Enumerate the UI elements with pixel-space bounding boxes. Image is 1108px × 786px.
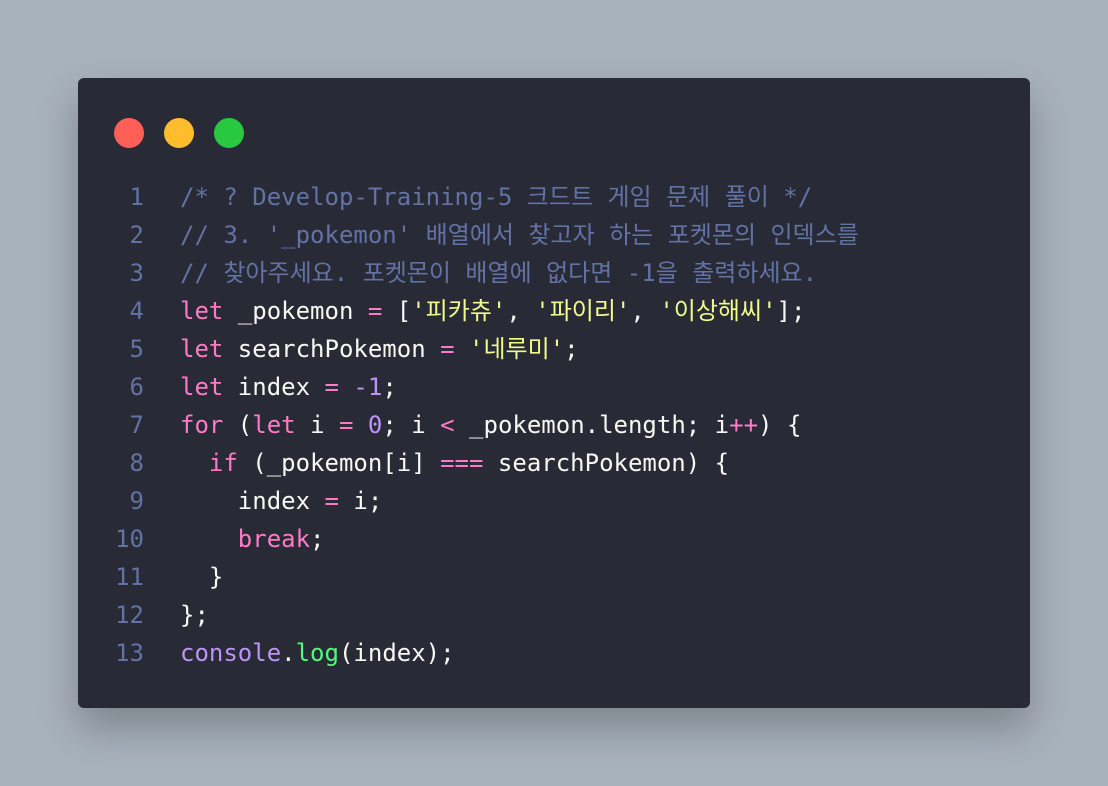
code-token: ; i xyxy=(382,411,441,439)
code-token: // 찾아주세요. 포켓몬이 배열에 없다면 -1을 출력하세요. xyxy=(180,259,818,287)
code-token: if xyxy=(208,449,238,477)
code-text: let _pokemon = ['피카츄', '파이리', '이상해씨']; xyxy=(180,292,805,330)
line-number: 10 xyxy=(115,525,144,553)
code-text: // 3. '_pokemon' 배열에서 찾고자 하는 포켓몬의 인덱스를 xyxy=(180,216,859,254)
code-token: ++ xyxy=(729,411,759,439)
code-token: , xyxy=(506,297,536,325)
code-token: searchPokemon xyxy=(223,335,441,363)
line-number: 6 xyxy=(129,373,144,401)
code-token: index xyxy=(180,487,325,515)
code-token: let xyxy=(180,335,224,363)
line-number: 4 xyxy=(129,297,144,325)
code-line: 8 if (_pokemon[i] === searchPokemon) { xyxy=(78,444,1030,482)
code-token: (_pokemon[i] xyxy=(237,449,441,477)
code-token: log xyxy=(295,639,339,667)
code-token: '피카츄' xyxy=(411,297,507,325)
code-token: console xyxy=(180,639,282,667)
line-number: 5 xyxy=(129,335,144,363)
code-token: ; xyxy=(382,373,397,401)
code-text: console.log(index); xyxy=(180,634,455,672)
code-token: (index); xyxy=(338,639,455,667)
code-token: i xyxy=(295,411,339,439)
code-token: _pokemon xyxy=(223,297,368,325)
code-token: -1 xyxy=(353,373,383,401)
code-text: }; xyxy=(180,596,209,634)
code-line: 13 console.log(index); xyxy=(78,634,1030,672)
code-text: for (let i = 0; i < _pokemon.length; i++… xyxy=(180,406,801,444)
code-token: = xyxy=(367,297,383,325)
code-line: 5 let searchPokemon = '네루미'; xyxy=(78,330,1030,368)
code-token: '파이리' xyxy=(535,297,631,325)
code-token: = xyxy=(338,411,354,439)
code-line: 6 let index = -1; xyxy=(78,368,1030,406)
code-token: break xyxy=(237,525,311,553)
line-number: 3 xyxy=(129,259,144,287)
code-text: if (_pokemon[i] === searchPokemon) { xyxy=(180,444,729,482)
code-token: i; xyxy=(338,487,383,515)
code-token: < xyxy=(440,411,455,439)
code-token: , xyxy=(630,297,660,325)
line-number: 2 xyxy=(129,221,144,249)
code-token: [ xyxy=(382,297,412,325)
close-button[interactable] xyxy=(114,118,144,148)
code-token: let xyxy=(252,411,296,439)
code-token: for xyxy=(180,411,224,439)
line-number: 1 xyxy=(129,183,144,211)
code-text: index = i; xyxy=(180,482,383,520)
line-number: 11 xyxy=(115,563,144,591)
line-number: 12 xyxy=(115,601,144,629)
code-window: 1 /* ? Develop-Training-5 크드트 게임 문제 풀이 */… xyxy=(78,78,1030,708)
code-token: = xyxy=(440,335,455,363)
code-token: searchPokemon) { xyxy=(483,449,730,477)
code-token: // 3. '_pokemon' 배열에서 찾고자 하는 포켓몬의 인덱스를 xyxy=(180,221,859,249)
code-line: 12}; xyxy=(78,596,1030,634)
code-token: = xyxy=(324,487,339,515)
minimize-button[interactable] xyxy=(164,118,194,148)
code-token: } xyxy=(180,563,224,591)
code-line: 2 // 3. '_pokemon' 배열에서 찾고자 하는 포켓몬의 인덱스를 xyxy=(78,216,1030,254)
code-token: ( xyxy=(223,411,253,439)
code-text: break; xyxy=(180,520,325,558)
code-token: /* ? Develop-Training-5 크드트 게임 문제 풀이 */ xyxy=(180,183,813,211)
code-token: . xyxy=(281,639,296,667)
code-line: 11 } xyxy=(78,558,1030,596)
maximize-button[interactable] xyxy=(214,118,244,148)
code-text: let searchPokemon = '네루미'; xyxy=(180,330,579,368)
code-token: ; xyxy=(310,525,325,553)
line-number: 13 xyxy=(115,639,144,667)
code-text: // 찾아주세요. 포켓몬이 배열에 없다면 -1을 출력하세요. xyxy=(180,254,817,292)
code-line: 10 break; xyxy=(78,520,1030,558)
code-line: 4 let _pokemon = ['피카츄', '파이리', '이상해씨']; xyxy=(78,292,1030,330)
code-token: _pokemon.length; i xyxy=(454,411,730,439)
code-token: }; xyxy=(180,601,209,629)
code-token: '이상해씨' xyxy=(659,297,777,325)
code-text: let index = -1; xyxy=(180,368,397,406)
code-token: index xyxy=(223,373,325,401)
line-number: 9 xyxy=(129,487,144,515)
code-line: 9 index = i; xyxy=(78,482,1030,520)
code-token: ) { xyxy=(758,411,802,439)
code-token: 0 xyxy=(367,411,383,439)
code-text: /* ? Develop-Training-5 크드트 게임 문제 풀이 */ xyxy=(180,178,812,216)
code-token: ]; xyxy=(776,297,806,325)
code-line: 3 // 찾아주세요. 포켓몬이 배열에 없다면 -1을 출력하세요. xyxy=(78,254,1030,292)
code-line: 7 for (let i = 0; i < _pokemon.length; i+… xyxy=(78,406,1030,444)
line-number: 7 xyxy=(129,411,144,439)
code-token: let xyxy=(180,373,224,401)
code-line: 1 /* ? Develop-Training-5 크드트 게임 문제 풀이 */ xyxy=(78,178,1030,216)
code-token: ; xyxy=(564,335,579,363)
code-text: } xyxy=(180,558,223,596)
code-token: === xyxy=(440,449,484,477)
code-token: '네루미' xyxy=(469,335,565,363)
code-token: let xyxy=(180,297,224,325)
code-block: 1 /* ? Develop-Training-5 크드트 게임 문제 풀이 */… xyxy=(78,178,1030,672)
code-token: = xyxy=(324,373,339,401)
line-number: 8 xyxy=(129,449,144,477)
